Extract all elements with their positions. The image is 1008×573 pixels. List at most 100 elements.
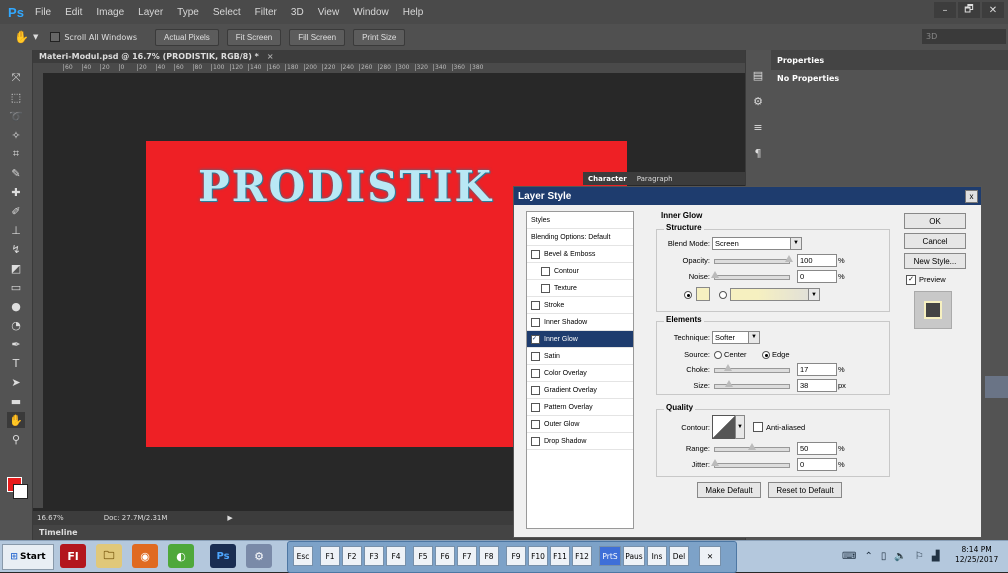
preview-checkbox[interactable]: ✓ bbox=[906, 275, 916, 285]
osk-close-icon[interactable]: ✕ bbox=[699, 546, 721, 566]
keyboard-tray-icon[interactable]: ⌨ bbox=[842, 551, 856, 562]
hand-tool-icon[interactable]: ✋ bbox=[14, 30, 29, 44]
close-button[interactable]: ✕ bbox=[982, 2, 1004, 18]
crop-tool-icon[interactable]: ⌗ bbox=[7, 146, 25, 162]
osk-key[interactable]: F8 bbox=[479, 546, 499, 566]
status-menu-arrow-icon[interactable]: ▶ bbox=[227, 514, 232, 522]
noise-slider[interactable] bbox=[711, 271, 790, 280]
workspace-select[interactable]: 3D bbox=[922, 29, 1006, 44]
style-checkbox-icon[interactable] bbox=[531, 419, 540, 429]
style-item[interactable]: Satin bbox=[527, 348, 633, 365]
dodge-tool-icon[interactable]: ◔ bbox=[7, 317, 25, 333]
style-checkbox-icon[interactable] bbox=[531, 368, 540, 378]
actual-pixels-button[interactable]: Actual Pixels bbox=[155, 28, 219, 46]
battery-icon[interactable]: ▯ bbox=[881, 551, 887, 562]
tab-character[interactable]: Character bbox=[583, 175, 632, 183]
style-item[interactable]: Styles bbox=[527, 212, 633, 229]
osk-key[interactable]: F4 bbox=[386, 546, 406, 566]
tab-paragraph[interactable]: Paragraph bbox=[632, 175, 678, 183]
style-checkbox-icon[interactable] bbox=[531, 351, 540, 361]
contour-dropdown[interactable]: ▼ bbox=[735, 415, 745, 439]
paragraph-panel-icon[interactable]: ¶ bbox=[751, 146, 765, 160]
osk-key[interactable]: F3 bbox=[364, 546, 384, 566]
dialog-close-button[interactable]: x bbox=[965, 190, 978, 203]
size-field[interactable]: 38 bbox=[797, 379, 837, 392]
opacity-slider[interactable] bbox=[714, 255, 793, 264]
style-item[interactable]: Stroke bbox=[527, 297, 633, 314]
pen-tool-icon[interactable]: ✒ bbox=[7, 336, 25, 352]
source-edge-radio[interactable] bbox=[762, 351, 770, 359]
osk-key[interactable]: Ins bbox=[647, 546, 667, 566]
tool-preset-dropdown-icon[interactable]: ▼ bbox=[33, 33, 38, 41]
scroll-all-windows-checkbox[interactable]: Scroll All Windows bbox=[50, 32, 137, 42]
zoom-tool-icon[interactable]: ⚲ bbox=[7, 431, 25, 447]
choke-slider-handle[interactable] bbox=[724, 364, 732, 371]
blur-tool-icon[interactable]: ● bbox=[7, 298, 25, 314]
menu-image[interactable]: Image bbox=[89, 7, 131, 18]
source-center-radio[interactable] bbox=[714, 351, 722, 359]
style-item[interactable]: Color Overlay bbox=[527, 365, 633, 382]
osk-key[interactable]: PrtS bbox=[599, 546, 621, 566]
new-style-button[interactable]: New Style... bbox=[904, 253, 966, 269]
glow-color-radio[interactable] bbox=[684, 291, 692, 299]
osk-key[interactable]: F11 bbox=[550, 546, 570, 566]
actions-panel-icon[interactable]: ⚙ bbox=[751, 94, 765, 108]
osk-key[interactable]: Esc bbox=[293, 546, 313, 566]
firefox-icon[interactable]: ◉ bbox=[132, 544, 158, 568]
style-checkbox-icon[interactable] bbox=[531, 317, 540, 327]
style-checkbox-icon[interactable] bbox=[531, 436, 540, 446]
corel-icon[interactable]: ◐ bbox=[168, 544, 194, 568]
menu-type[interactable]: Type bbox=[170, 7, 206, 18]
type-tool-icon[interactable]: T bbox=[7, 355, 25, 371]
tray-icons[interactable]: ⌨ ⌃ ▯ 🔈 ⚐ ▟ bbox=[842, 548, 947, 564]
network-icon[interactable]: ▟ bbox=[932, 551, 940, 562]
osk-key[interactable]: F5 bbox=[413, 546, 433, 566]
menu-filter[interactable]: Filter bbox=[248, 7, 284, 18]
noise-slider-handle[interactable] bbox=[711, 271, 719, 278]
cancel-button[interactable]: Cancel bbox=[904, 233, 966, 249]
shape-tool-icon[interactable]: ▬ bbox=[7, 393, 25, 409]
properties-tab[interactable]: Properties bbox=[771, 50, 1008, 70]
style-checkbox-icon[interactable]: ✓ bbox=[531, 334, 540, 344]
osk-key[interactable]: F10 bbox=[528, 546, 548, 566]
fill-screen-button[interactable]: Fill Screen bbox=[289, 28, 346, 46]
osk-key[interactable]: F6 bbox=[435, 546, 455, 566]
jitter-slider[interactable] bbox=[711, 459, 790, 468]
choke-slider[interactable] bbox=[714, 364, 790, 373]
app-installer-icon[interactable]: ⚙ bbox=[246, 544, 272, 568]
path-selection-tool-icon[interactable]: ➤ bbox=[7, 374, 25, 390]
style-item[interactable]: Pattern Overlay bbox=[527, 399, 633, 416]
style-checkbox-icon[interactable] bbox=[531, 300, 540, 310]
contour-picker[interactable] bbox=[712, 415, 736, 439]
volume-icon[interactable]: 🔈 bbox=[894, 551, 906, 562]
marquee-tool-icon[interactable]: ⬚ bbox=[7, 89, 25, 105]
style-checkbox-icon[interactable] bbox=[531, 249, 540, 259]
close-tab-icon[interactable]: × bbox=[267, 52, 274, 61]
osk-key[interactable]: F7 bbox=[457, 546, 477, 566]
selected-layer-highlight[interactable] bbox=[985, 376, 1008, 398]
minimize-button[interactable]: – bbox=[934, 2, 956, 18]
menu-layer[interactable]: Layer bbox=[131, 7, 170, 18]
noise-field[interactable]: 0 bbox=[797, 270, 837, 283]
glow-color-swatch[interactable] bbox=[696, 287, 710, 301]
brush-tool-icon[interactable]: ✐ bbox=[7, 203, 25, 219]
osk-key[interactable]: Paus bbox=[623, 546, 645, 566]
opacity-field[interactable]: 100 bbox=[797, 254, 837, 267]
style-item[interactable]: Bevel & Emboss bbox=[527, 246, 633, 263]
restore-button[interactable]: 🗗 bbox=[958, 2, 980, 18]
print-size-button[interactable]: Print Size bbox=[353, 28, 406, 46]
menu-window[interactable]: Window bbox=[346, 7, 396, 18]
style-checkbox-icon[interactable] bbox=[531, 385, 540, 395]
style-item[interactable]: Texture bbox=[527, 280, 633, 297]
style-item[interactable]: Contour bbox=[527, 263, 633, 280]
technique-select[interactable]: Softer ▼ bbox=[712, 331, 760, 344]
adjustments-panel-icon[interactable]: ≡ bbox=[751, 120, 765, 134]
range-field[interactable]: 50 bbox=[797, 442, 837, 455]
osk-key[interactable]: Del bbox=[669, 546, 689, 566]
glow-gradient-radio[interactable] bbox=[719, 291, 727, 299]
fit-screen-button[interactable]: Fit Screen bbox=[226, 28, 282, 46]
jitter-field[interactable]: 0 bbox=[797, 458, 837, 471]
eyedropper-tool-icon[interactable]: ✎ bbox=[7, 165, 25, 181]
style-item[interactable]: Inner Shadow bbox=[527, 314, 633, 331]
make-default-button[interactable]: Make Default bbox=[697, 482, 761, 498]
